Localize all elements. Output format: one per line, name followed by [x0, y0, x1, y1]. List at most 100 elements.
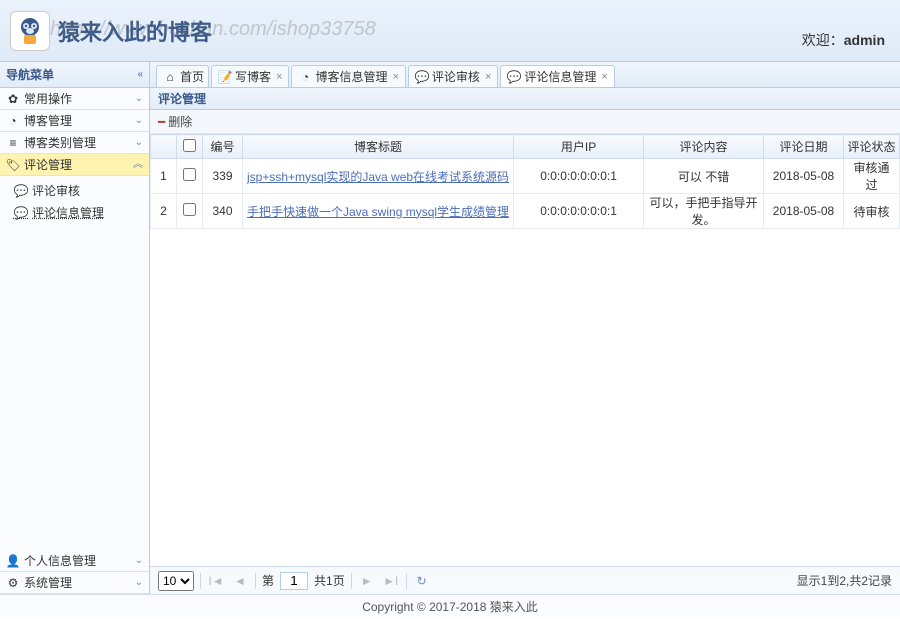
panel-title: 评论管理	[150, 88, 900, 110]
subitem-review[interactable]: 💬 评论审核	[14, 180, 149, 202]
tab-blog-info[interactable]: ◔ 博客信息管理 ×	[291, 65, 405, 87]
pager: 10 I◄ ◄ 第 共1页 ► ►I ↻ 显示1到2,共2记录	[150, 566, 900, 594]
tab-home[interactable]: ⌂ 首页	[156, 65, 209, 87]
data-grid: 编号 博客标题 用户IP 评论内容 评论日期 评论状态 1 339 jsp+ss…	[150, 134, 900, 566]
chat-icon: 💬	[14, 184, 28, 198]
table-header-row: 编号 博客标题 用户IP 评论内容 评论日期 评论状态	[151, 135, 900, 159]
col-date[interactable]: 评论日期	[764, 135, 844, 159]
page-suffix: 共1页	[314, 572, 345, 589]
sidebar-item-label: 博客管理	[24, 110, 72, 132]
cell-title-link[interactable]: jsp+ssh+mysql实现的Java web在线考试系统源码	[243, 159, 514, 194]
col-rownum	[151, 135, 177, 159]
welcome-prefix: 欢迎：	[802, 32, 844, 48]
chat-icon: 💬	[14, 206, 28, 220]
chevron-down-icon: ⌄	[135, 132, 143, 154]
first-page-button[interactable]: I◄	[207, 572, 225, 590]
page-input[interactable]	[280, 572, 308, 590]
doc-icon: 📝	[218, 70, 232, 84]
cell-id: 340	[203, 194, 243, 229]
collapse-icon[interactable]: «	[137, 62, 143, 88]
table-row[interactable]: 2 340 手把手快速做一个Java swing mysql学生成绩管理 0:0…	[151, 194, 900, 229]
cell-status: 待审核	[844, 194, 900, 229]
cell-rownum: 2	[151, 194, 177, 229]
pager-info: 显示1到2,共2记录	[797, 572, 892, 589]
close-icon[interactable]: ×	[599, 67, 609, 87]
sidebar-item-profile[interactable]: 👤 个人信息管理 ⌄	[0, 550, 149, 572]
page-size-select[interactable]: 10	[158, 571, 194, 591]
sidebar-item-label: 博客类别管理	[24, 132, 96, 154]
col-ip[interactable]: 用户IP	[514, 135, 644, 159]
tab-comment-manage[interactable]: 💬 评论信息管理 ×	[500, 65, 614, 87]
table-row[interactable]: 1 339 jsp+ssh+mysql实现的Java web在线考试系统源码 0…	[151, 159, 900, 194]
subitem-label: 评论审核	[32, 180, 80, 202]
footer: Copyright © 2017-2018 猿来入此	[0, 594, 900, 618]
col-status[interactable]: 评论状态	[844, 135, 900, 159]
row-checkbox[interactable]	[183, 203, 196, 216]
tag-icon: 🏷	[6, 158, 20, 172]
content-area: ⌂ 首页 📝 写博客 × ◔ 博客信息管理 × 💬 评论审核 × 💬 评论信息管…	[150, 62, 900, 594]
close-icon[interactable]: ×	[274, 67, 284, 87]
sidebar-item-label: 常用操作	[24, 88, 72, 110]
welcome-user: admin	[844, 32, 885, 48]
clock-icon: ◔	[6, 114, 20, 128]
close-icon[interactable]: ×	[390, 67, 400, 87]
col-content[interactable]: 评论内容	[644, 135, 764, 159]
cell-ip: 0:0:0:0:0:0:0:1	[514, 194, 644, 229]
chat-icon: 💬	[507, 70, 521, 84]
chevron-up-icon: ︽	[133, 154, 143, 176]
cell-checkbox	[177, 159, 203, 194]
chevron-down-icon: ⌄	[135, 88, 143, 110]
sidebar-item-label: 系统管理	[24, 572, 72, 594]
sidebar-item-comment[interactable]: 🏷 评论管理 ︽	[0, 154, 149, 176]
nav-submenu: 💬 评论审核 💬 评论信息管理	[0, 176, 149, 228]
cell-date: 2018-05-08	[764, 194, 844, 229]
prev-page-button[interactable]: ◄	[231, 572, 249, 590]
chevron-down-icon: ⌄	[135, 572, 143, 594]
tab-review[interactable]: 💬 评论审核 ×	[408, 65, 498, 87]
tab-write[interactable]: 📝 写博客 ×	[211, 65, 289, 87]
cell-ip: 0:0:0:0:0:0:0:1	[514, 159, 644, 194]
sidebar-item-blog[interactable]: ◔ 博客管理 ⌄	[0, 110, 149, 132]
tab-label: 博客信息管理	[315, 67, 387, 87]
delete-label: 删除	[168, 110, 192, 134]
sidebar: 导航菜单 « ✿ 常用操作 ⌄ ◔ 博客管理 ⌄ ≡ 博客类别管理 ⌄ 🏷 评论…	[0, 62, 150, 594]
header: 猿来入此的博客 https://www.huzhan.com/ishop3375…	[0, 0, 900, 62]
home-icon: ⌂	[163, 70, 177, 84]
tab-label: 写博客	[235, 67, 271, 87]
sidebar-item-label: 评论管理	[24, 154, 72, 176]
sidebar-item-common[interactable]: ✿ 常用操作 ⌄	[0, 88, 149, 110]
nav-header: 导航菜单 «	[0, 62, 149, 88]
tabs-bar: ⌂ 首页 📝 写博客 × ◔ 博客信息管理 × 💬 评论审核 × 💬 评论信息管…	[150, 62, 900, 88]
chevron-down-icon: ⌄	[135, 550, 143, 572]
chevron-down-icon: ⌄	[135, 110, 143, 132]
star-icon: ✿	[6, 92, 20, 106]
sidebar-item-system[interactable]: ⚙ 系统管理 ⌄	[0, 572, 149, 594]
next-page-button[interactable]: ►	[358, 572, 376, 590]
select-all-checkbox[interactable]	[183, 139, 196, 152]
col-title[interactable]: 博客标题	[243, 135, 514, 159]
delete-button[interactable]: ━ 删除	[158, 110, 192, 134]
site-title: 猿来入此的博客	[58, 15, 212, 47]
sidebar-item-category[interactable]: ≡ 博客类别管理 ⌄	[0, 132, 149, 154]
col-checkbox	[177, 135, 203, 159]
chat-icon: 💬	[415, 70, 429, 84]
refresh-button[interactable]: ↻	[413, 572, 431, 590]
cell-content: 可以 不错	[644, 159, 764, 194]
subitem-comment-manage[interactable]: 💬 评论信息管理	[14, 202, 149, 224]
nav-title: 导航菜单	[6, 62, 54, 88]
toolbar: ━ 删除	[150, 110, 900, 134]
cell-rownum: 1	[151, 159, 177, 194]
cell-content: 可以，手把手指导开发。	[644, 194, 764, 229]
clock-icon: ◔	[298, 70, 312, 84]
cell-checkbox	[177, 194, 203, 229]
gear-icon: ⚙	[6, 576, 20, 590]
subitem-label: 评论信息管理	[32, 202, 104, 224]
cell-title-link[interactable]: 手把手快速做一个Java swing mysql学生成绩管理	[243, 194, 514, 229]
last-page-button[interactable]: ►I	[382, 572, 400, 590]
row-checkbox[interactable]	[183, 168, 196, 181]
col-id[interactable]: 编号	[203, 135, 243, 159]
minus-icon: ━	[158, 110, 165, 134]
list-icon: ≡	[6, 136, 20, 150]
tab-label: 首页	[180, 67, 204, 87]
close-icon[interactable]: ×	[483, 67, 493, 87]
